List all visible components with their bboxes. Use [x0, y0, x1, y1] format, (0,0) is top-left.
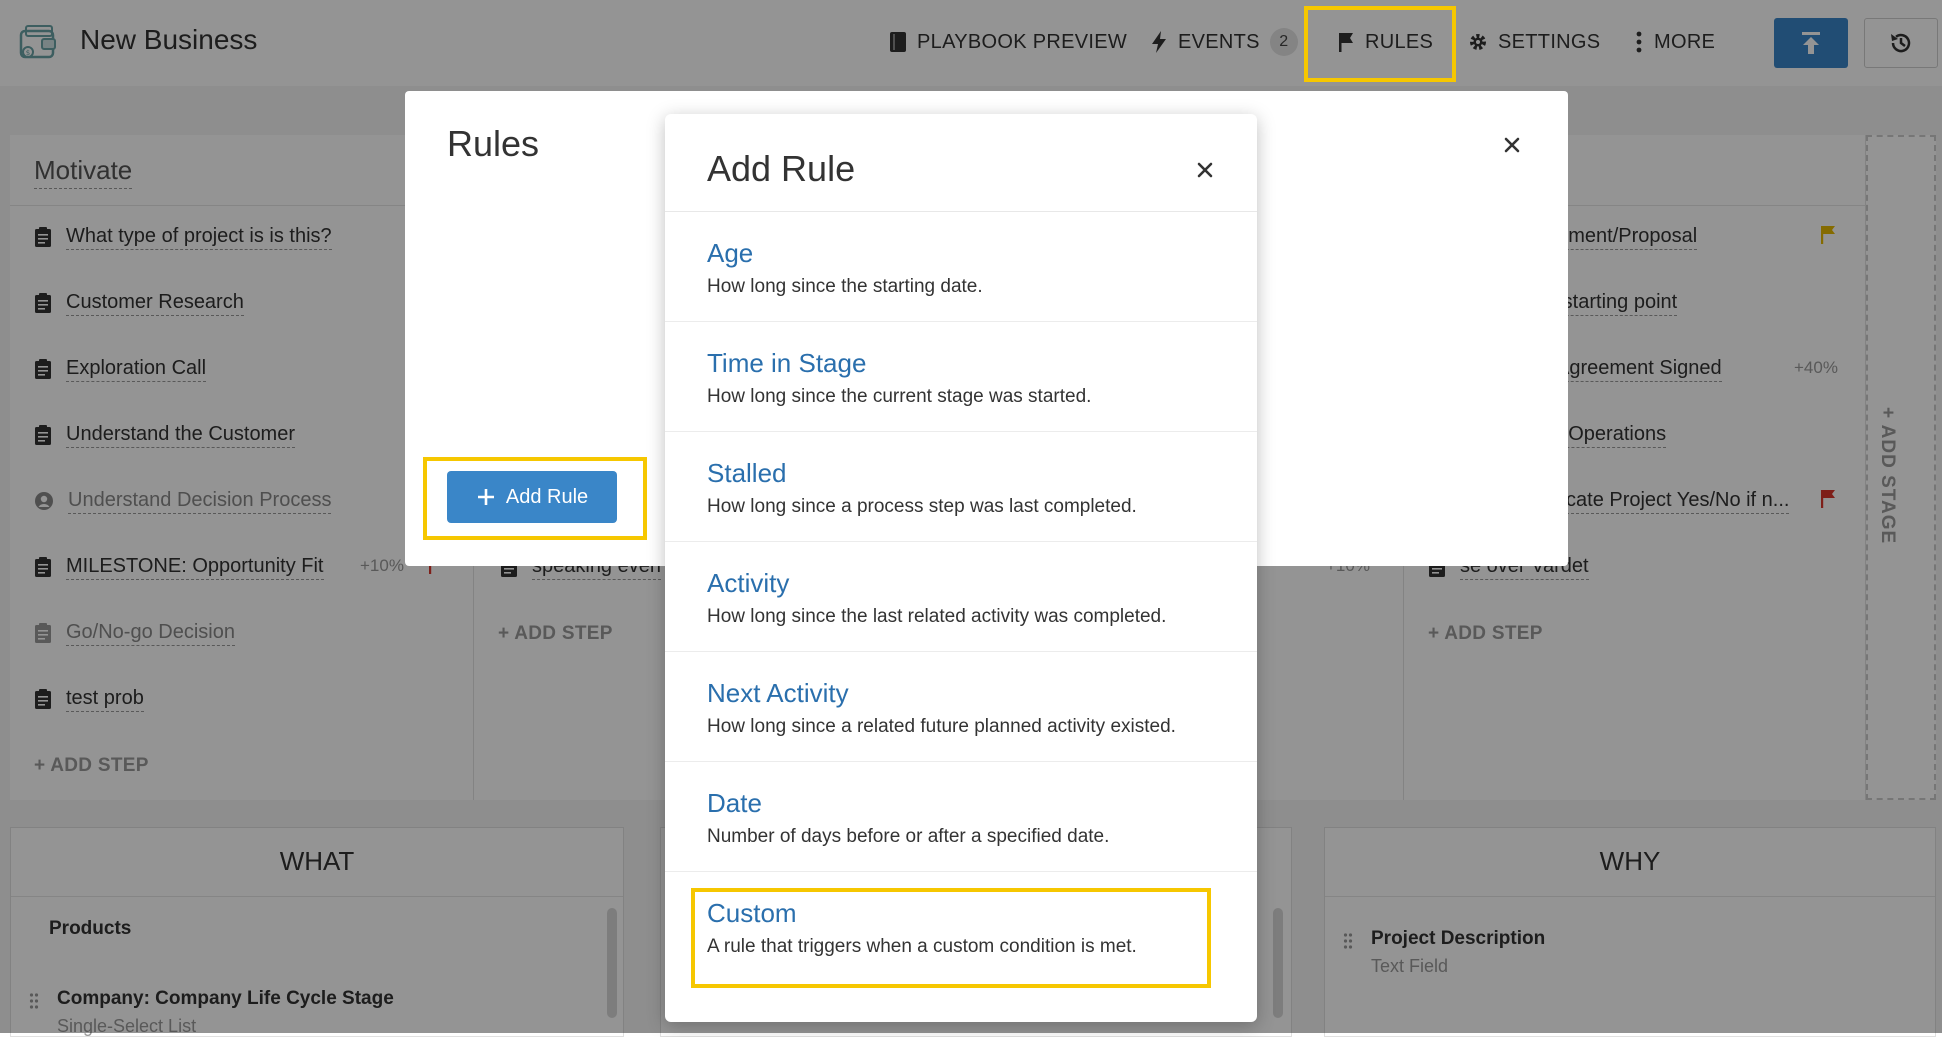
rule-option-description: How long since a related future planned … — [707, 716, 1176, 737]
rule-option-stalled[interactable]: Stalled How long since a process step wa… — [665, 432, 1257, 542]
highlight-custom-option — [691, 888, 1211, 988]
close-icon[interactable] — [1498, 131, 1526, 159]
rule-option-name[interactable]: Stalled — [707, 458, 787, 489]
rule-option-name[interactable]: Next Activity — [707, 678, 849, 709]
close-icon[interactable] — [1191, 156, 1219, 184]
rule-option-name[interactable]: Time in Stage — [707, 348, 866, 379]
rule-option-name[interactable]: Age — [707, 238, 753, 269]
rule-option-activity[interactable]: Activity How long since the last related… — [665, 542, 1257, 652]
add-rule-modal: Add Rule Age How long since the starting… — [665, 114, 1257, 1022]
rule-option-description: Number of days before or after a specifi… — [707, 826, 1110, 847]
rule-option-age[interactable]: Age How long since the starting date. — [665, 212, 1257, 322]
highlight-rules-nav — [1304, 6, 1456, 82]
rule-option-description: How long since the last related activity… — [707, 606, 1167, 627]
rule-option-description: How long since the starting date. — [707, 276, 983, 297]
rule-option-next-activity[interactable]: Next Activity How long since a related f… — [665, 652, 1257, 762]
rule-option-name[interactable]: Date — [707, 788, 762, 819]
rule-option-name[interactable]: Activity — [707, 568, 789, 599]
modal-title: Add Rule — [707, 148, 856, 189]
rules-dialog-title: Rules — [447, 123, 540, 164]
rule-option-description: How long since a process step was last c… — [707, 496, 1137, 517]
rule-option-date[interactable]: Date Number of days before or after a sp… — [665, 762, 1257, 872]
rule-option-time-in-stage[interactable]: Time in Stage How long since the current… — [665, 322, 1257, 432]
highlight-add-rule-button — [423, 457, 647, 540]
rule-option-description: How long since the current stage was sta… — [707, 386, 1092, 407]
